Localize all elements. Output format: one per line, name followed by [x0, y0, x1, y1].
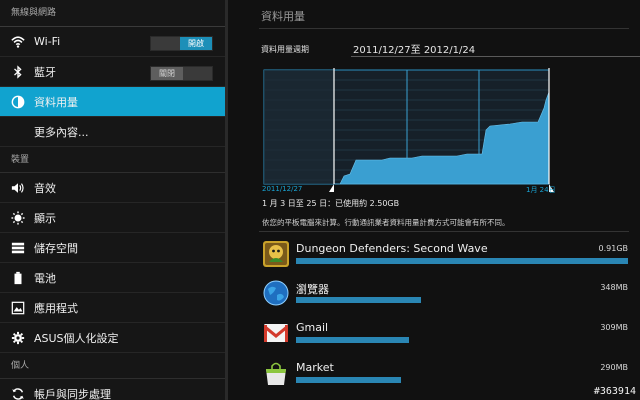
dungeon-defenders-icon — [263, 241, 289, 267]
sidebar-item-data-usage[interactable]: 資料用量 — [0, 87, 225, 117]
usage-bar-track — [296, 377, 628, 383]
app-size: 0.91GB — [598, 244, 629, 253]
settings-sidebar: 無線與網路 Wi-Fi 開啟 藍牙 關閉 資料用量 更多內容... 裝置 音效 — [0, 0, 225, 400]
page-title: 資料用量 — [261, 10, 305, 23]
app-row-gmail[interactable]: Gmail 309MB — [262, 317, 628, 357]
app-row-browser[interactable]: 瀏覽器 348MB — [262, 277, 628, 317]
sidebar-item-label: 帳戶與同步處理 — [34, 387, 111, 400]
market-bag-icon — [266, 362, 286, 385]
brightness-icon — [10, 210, 26, 226]
section-header-personal: 個人 — [0, 353, 225, 379]
usage-cycle-label: 資料用量週期 — [261, 44, 309, 54]
divider — [259, 231, 629, 232]
usage-bar — [296, 337, 409, 343]
app-name: Market — [296, 361, 334, 374]
globe-icon — [263, 280, 289, 306]
usage-cycle-dropdown[interactable]: 2011/12/27至 2012/1/24 — [351, 41, 640, 57]
chart-excluded-region — [264, 70, 334, 184]
usage-bar-track — [296, 337, 628, 343]
gear-icon — [10, 330, 26, 346]
speaker-icon — [10, 180, 26, 196]
app-name: Gmail — [296, 321, 329, 334]
app-name: 瀏覽器 — [296, 283, 329, 296]
wifi-toggle[interactable]: 開啟 — [150, 36, 213, 51]
wifi-toggle-label: 開啟 — [180, 37, 212, 50]
usage-note: 依您的平板電腦來計算。行動通訊業者資料用量計費方式可能會有所不同。 — [262, 218, 510, 227]
data-usage-pane: 資料用量 資料用量週期 2011/12/27至 2012/1/24 2011/1… — [228, 0, 640, 400]
chart-end-date: 1月 24日 — [526, 186, 556, 194]
watermark: #363914 — [593, 386, 636, 397]
bluetooth-icon — [10, 64, 26, 80]
app-row-dungeon-defenders[interactable]: Dungeon Defenders: Second Wave 0.91GB — [262, 238, 628, 278]
bluetooth-toggle[interactable]: 關閉 — [150, 66, 213, 81]
sync-icon — [10, 386, 26, 400]
sidebar-item-label: 電池 — [34, 271, 56, 285]
wifi-icon — [10, 34, 26, 50]
sidebar-item-storage[interactable]: 儲存空間 — [0, 233, 225, 263]
sidebar-item-label: ASUS個人化設定 — [34, 331, 119, 345]
battery-icon — [10, 270, 26, 286]
sidebar-item-label: 應用程式 — [34, 301, 78, 315]
sidebar-item-label: 更多內容... — [34, 125, 89, 139]
sidebar-item-bluetooth[interactable]: 藍牙 關閉 — [0, 57, 225, 87]
usage-summary: 1 月 3 日至 25 日：已使用約 2.50GB — [262, 199, 400, 208]
sidebar-item-accounts[interactable]: 帳戶與同步處理 — [0, 379, 225, 400]
apps-icon — [10, 300, 26, 316]
usage-bar-track — [296, 258, 628, 264]
sidebar-item-label: 藍牙 — [34, 65, 56, 79]
divider — [259, 28, 629, 29]
data-usage-icon — [10, 94, 26, 110]
app-size: 290MB — [600, 363, 628, 372]
sidebar-item-wifi[interactable]: Wi-Fi 開啟 — [0, 27, 225, 57]
sidebar-item-label: 音效 — [34, 181, 56, 195]
gmail-icon — [264, 324, 288, 342]
chart-slider-right[interactable] — [548, 68, 554, 192]
usage-bar — [296, 297, 421, 303]
section-header-device: 裝置 — [0, 147, 225, 173]
sidebar-item-apps[interactable]: 應用程式 — [0, 293, 225, 323]
app-name: Dungeon Defenders: Second Wave — [296, 242, 488, 255]
usage-bar-track — [296, 297, 628, 303]
usage-bar — [296, 258, 628, 264]
storage-icon — [10, 240, 26, 256]
app-row-market[interactable]: Market 290MB — [262, 357, 628, 397]
sidebar-item-label: 資料用量 — [34, 95, 78, 109]
app-size: 309MB — [600, 323, 628, 332]
usage-cycle-value: 2011/12/27至 2012/1/24 — [353, 45, 476, 56]
sidebar-item-display[interactable]: 顯示 — [0, 203, 225, 233]
sidebar-item-more[interactable]: 更多內容... — [0, 117, 225, 147]
usage-bar — [296, 377, 401, 383]
sidebar-item-label: Wi-Fi — [34, 35, 61, 48]
sidebar-item-battery[interactable]: 電池 — [0, 263, 225, 293]
bluetooth-toggle-label: 關閉 — [151, 67, 183, 80]
sidebar-item-sound[interactable]: 音效 — [0, 173, 225, 203]
sidebar-item-asus[interactable]: ASUS個人化設定 — [0, 323, 225, 353]
chart-start-date: 2011/12/27 — [262, 185, 303, 193]
usage-chart[interactable] — [262, 68, 556, 192]
sidebar-item-label: 顯示 — [34, 211, 56, 225]
usage-cycle-row: 資料用量週期 2011/12/27至 2012/1/24 — [261, 41, 640, 57]
sidebar-item-label: 儲存空間 — [34, 241, 78, 255]
app-size: 348MB — [600, 283, 628, 292]
section-header-wireless: 無線與網路 — [0, 0, 225, 27]
